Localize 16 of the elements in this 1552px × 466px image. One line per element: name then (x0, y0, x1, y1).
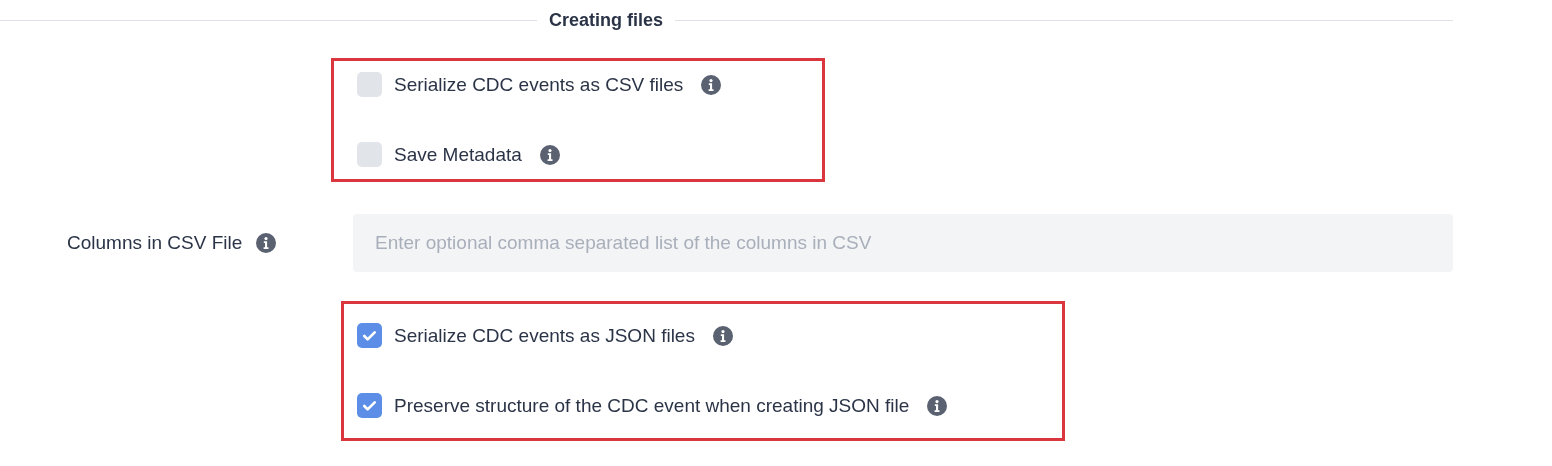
checkbox-label: Serialize CDC events as JSON files (394, 324, 695, 347)
info-icon[interactable] (712, 325, 733, 346)
checkbox[interactable] (357, 393, 382, 418)
checkbox[interactable] (357, 323, 382, 348)
section-title: Creating files (548, 9, 665, 31)
info-icon[interactable] (539, 144, 560, 165)
info-icon[interactable] (256, 233, 277, 253)
checkbox-label: Save Metadata (394, 143, 522, 166)
input-field[interactable]: Enter optional comma separated list of the columns in CSV (353, 214, 1453, 272)
info-icon[interactable] (701, 74, 722, 95)
checkbox[interactable] (357, 142, 382, 167)
checkbox-label: Preserve structure of the CDC event when creating JSON file (394, 394, 910, 417)
checkbox-label: Serialize CDC events as CSV files (394, 73, 684, 96)
field-label: Columns in CSV File (67, 232, 243, 254)
checkbox[interactable] (357, 72, 382, 97)
info-icon[interactable] (927, 395, 948, 416)
